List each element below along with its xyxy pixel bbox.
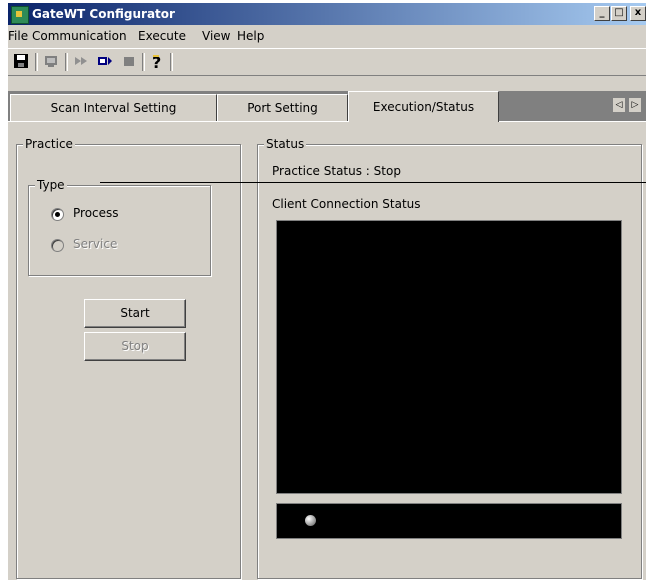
tab-scan-interval-setting[interactable]: Scan Interval Setting bbox=[10, 94, 217, 121]
type-group-label: Type bbox=[35, 178, 67, 192]
tab-strip: Scan Interval Setting Port Setting Execu… bbox=[8, 91, 646, 122]
practice-status-text: Practice Status : Stop bbox=[272, 164, 401, 178]
menu-help[interactable]: Help bbox=[237, 29, 264, 43]
app-icon bbox=[11, 6, 29, 24]
status-group: Status Practice Status : Stop Client Con… bbox=[257, 137, 642, 579]
menu-view[interactable]: View bbox=[202, 29, 230, 43]
practice-group-label: Practice bbox=[23, 137, 75, 151]
toolbar: ? bbox=[8, 48, 646, 76]
type-group: Type Process Service bbox=[28, 178, 211, 276]
connect-icon[interactable] bbox=[42, 53, 60, 71]
run-icon[interactable] bbox=[72, 53, 90, 71]
menu-bar: File Communication Execute View Help bbox=[8, 26, 646, 46]
service-radio[interactable] bbox=[51, 239, 64, 252]
save-icon[interactable] bbox=[12, 53, 30, 71]
close-button[interactable]: x bbox=[630, 6, 646, 21]
next-icon[interactable] bbox=[96, 53, 114, 71]
service-label: Service bbox=[73, 237, 118, 251]
process-radio[interactable] bbox=[51, 208, 64, 221]
overlay-line bbox=[100, 182, 646, 183]
connection-led-icon bbox=[305, 515, 316, 526]
client-connection-label: Client Connection Status bbox=[272, 197, 421, 211]
practice-group: Practice Type Process Service Start Stop bbox=[16, 137, 241, 579]
process-label: Process bbox=[73, 206, 119, 220]
tab-scroll-right-icon[interactable]: ▷ bbox=[628, 97, 642, 113]
client-connection-list bbox=[276, 220, 622, 494]
maximize-button[interactable]: □ bbox=[611, 6, 627, 21]
tab-execution-status[interactable]: Execution/Status bbox=[348, 91, 499, 122]
app-window: GateWT Configurator _ □ x File Communica… bbox=[8, 3, 646, 580]
menu-execute[interactable]: Execute bbox=[138, 29, 186, 43]
status-group-label: Status bbox=[264, 137, 307, 151]
tab-scroll-left-icon[interactable]: ◁ bbox=[612, 97, 626, 113]
menu-communication[interactable]: Communication bbox=[32, 29, 127, 43]
help-icon[interactable]: ? bbox=[148, 53, 166, 72]
title-bar: GateWT Configurator _ □ x bbox=[8, 3, 646, 25]
connection-indicator-bar bbox=[276, 503, 622, 539]
minimize-button[interactable]: _ bbox=[594, 6, 610, 21]
tab-port-setting[interactable]: Port Setting bbox=[217, 94, 348, 121]
window-title: GateWT Configurator bbox=[32, 7, 175, 21]
stop-icon[interactable] bbox=[120, 53, 138, 71]
stop-button[interactable]: Stop bbox=[84, 332, 186, 361]
menu-file[interactable]: File bbox=[8, 29, 28, 43]
start-button[interactable]: Start bbox=[84, 299, 186, 328]
